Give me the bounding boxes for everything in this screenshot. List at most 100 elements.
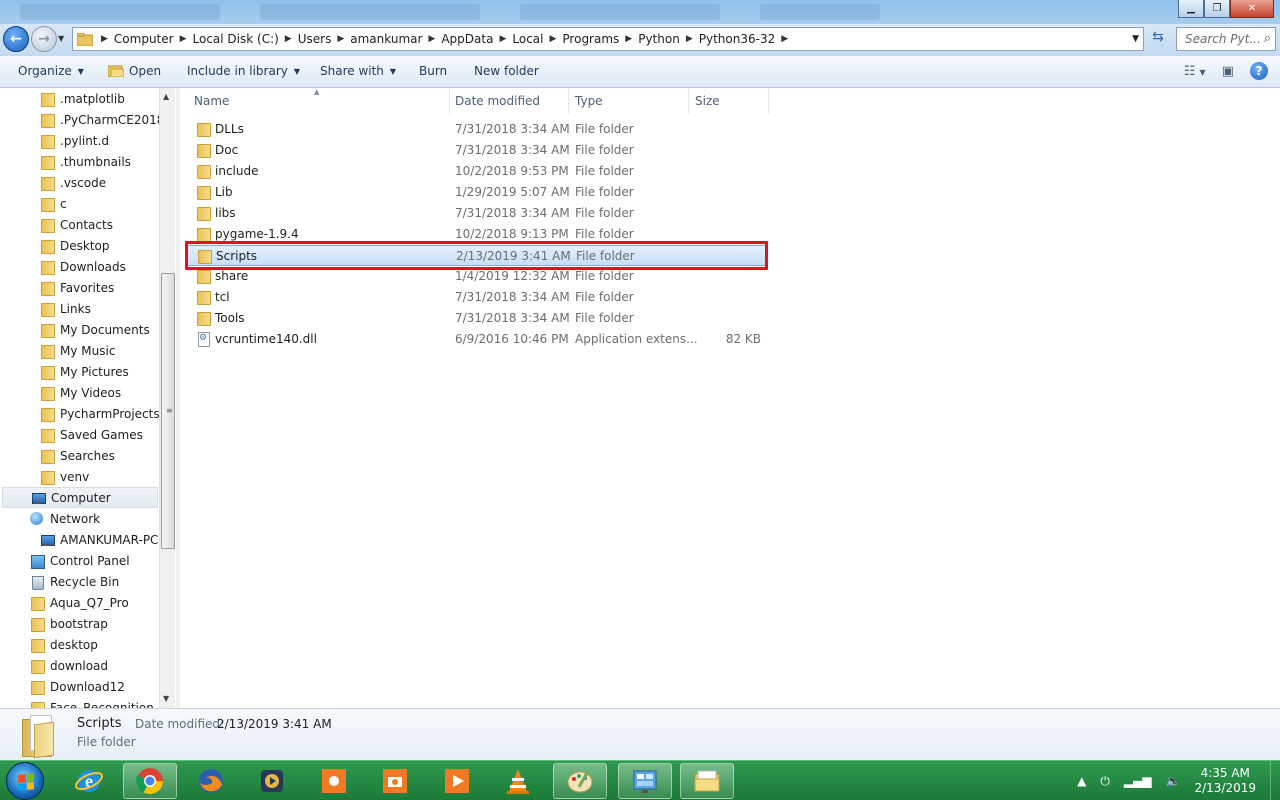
nav-item[interactable]: desktop — [30, 634, 158, 655]
preview-pane-button[interactable]: ▣ — [1222, 64, 1234, 79]
nav-item[interactable]: Links — [40, 298, 158, 319]
taskbar-screenshot-tool[interactable] — [368, 763, 422, 799]
file-row[interactable]: vcruntime140.dll 6/9/2016 10:46 PM Applica… — [186, 329, 766, 350]
taskbar-media-app[interactable] — [245, 763, 299, 799]
taskbar-windows-explorer[interactable] — [680, 763, 734, 799]
column-header-type[interactable]: Type — [569, 88, 689, 114]
nav-item[interactable]: My Documents — [40, 319, 158, 340]
address-dropdown-button[interactable]: ▼ — [1132, 34, 1139, 44]
nav-item[interactable]: download — [30, 655, 158, 676]
column-header-date-modified[interactable]: Date modified — [449, 88, 569, 114]
breadcrumb-item[interactable]: Computer ▶ — [110, 32, 189, 46]
breadcrumb-separator[interactable]: ▶ — [623, 34, 634, 44]
maximize-button[interactable]: ❐ — [1204, 0, 1230, 18]
nav-item[interactable]: .matplotlib — [40, 88, 158, 109]
nav-item[interactable]: Control Panel — [30, 550, 158, 571]
navigation-pane-scrollbar[interactable]: ▲ ≡ ▼ — [159, 88, 175, 708]
clock[interactable]: 4:35 AM 2/13/2019 — [1194, 766, 1256, 796]
refresh-button[interactable]: ⇆ — [1148, 29, 1168, 49]
nav-item[interactable]: AMANKUMAR-PC — [40, 529, 158, 550]
nav-item[interactable]: My Pictures — [40, 361, 158, 382]
show-hidden-icons-button[interactable]: ▲ — [1077, 774, 1086, 788]
help-button[interactable]: ? — [1250, 62, 1268, 80]
power-plug-icon[interactable]: ⏻ — [1100, 774, 1110, 789]
nav-item[interactable]: venv — [40, 466, 158, 487]
recent-pages-dropdown[interactable]: ▼ — [58, 34, 64, 43]
file-row[interactable]: DLLs 7/31/2018 3:34 AM File folder — [186, 119, 766, 140]
burn-button[interactable]: Burn — [419, 64, 447, 78]
taskbar-internet-explorer[interactable]: e — [62, 763, 116, 799]
nav-item[interactable]: PycharmProjects — [40, 403, 160, 424]
show-desktop-button[interactable] — [1270, 761, 1280, 800]
breadcrumb-item[interactable]: Python ▶ — [634, 32, 695, 46]
breadcrumb-separator[interactable]: ▶ — [684, 34, 695, 44]
breadcrumb-item[interactable]: Local Disk (C:) ▶ — [189, 32, 294, 46]
nav-item[interactable]: My Music — [40, 340, 158, 361]
scroll-up-arrow-icon[interactable]: ▲ — [163, 92, 169, 101]
breadcrumb-separator[interactable]: ▶ — [335, 34, 346, 44]
breadcrumb-separator[interactable]: ▶ — [779, 34, 790, 44]
speaker-icon[interactable]: 🔈 — [1166, 774, 1181, 788]
start-button[interactable] — [6, 762, 44, 800]
taskbar-screen-recorder[interactable] — [307, 763, 361, 799]
include-in-library-button[interactable]: Include in library ▼ — [187, 64, 300, 78]
nav-item[interactable]: .pylint.d — [40, 130, 158, 151]
search-input[interactable]: Search Pyt... ⌕ — [1176, 27, 1276, 51]
breadcrumb-separator[interactable]: ▶ — [99, 34, 110, 44]
open-button[interactable]: Open — [108, 64, 161, 78]
forward-button[interactable]: → — [31, 26, 57, 52]
file-row[interactable]: include 10/2/2018 9:53 PM File folder — [186, 161, 766, 182]
file-row[interactable]: Tools 7/31/2018 3:34 AM File folder — [186, 308, 766, 329]
breadcrumb-separator[interactable]: ▶ — [426, 34, 437, 44]
nav-item[interactable]: My Videos — [40, 382, 158, 403]
nav-item[interactable]: Face_Recognition_P — [30, 697, 167, 708]
nav-item[interactable]: Saved Games — [40, 424, 158, 445]
nav-item[interactable]: bootstrap — [30, 613, 158, 634]
file-row[interactable]: Doc 7/31/2018 3:34 AM File folder — [186, 140, 766, 161]
breadcrumb-separator[interactable]: ▶ — [178, 34, 189, 44]
change-view-button[interactable]: ☷ ▼ — [1184, 64, 1206, 79]
back-button[interactable]: ← — [3, 26, 29, 52]
scroll-down-arrow-icon[interactable]: ▼ — [163, 694, 169, 703]
nav-item[interactable]: .PyCharmCE2018.2 — [40, 109, 176, 130]
close-button[interactable]: ✕ — [1230, 0, 1274, 18]
taskbar-video-player[interactable] — [430, 763, 484, 799]
nav-item[interactable]: Recycle Bin — [30, 571, 158, 592]
breadcrumb-item[interactable]: AppData ▶ — [437, 32, 508, 46]
nav-item[interactable]: Favorites — [40, 277, 158, 298]
breadcrumb-separator[interactable]: ▶ — [283, 34, 294, 44]
nav-item[interactable]: Computer — [2, 487, 158, 508]
nav-item[interactable]: Download12 — [30, 676, 158, 697]
nav-item[interactable]: Contacts — [40, 214, 158, 235]
nav-item[interactable]: Network — [30, 508, 158, 529]
taskbar-control-panel[interactable] — [618, 763, 672, 799]
nav-item[interactable]: c — [40, 193, 158, 214]
share-with-button[interactable]: Share with ▼ — [320, 64, 396, 78]
breadcrumb-separator[interactable]: ▶ — [547, 34, 558, 44]
breadcrumb-separator[interactable]: ▶ — [497, 34, 508, 44]
minimize-button[interactable]: ▁ — [1178, 0, 1204, 18]
organize-button[interactable]: Organize ▼ — [18, 64, 84, 78]
nav-item[interactable]: Aqua_Q7_Pro — [30, 592, 158, 613]
nav-item[interactable]: Downloads — [40, 256, 158, 277]
address-bar[interactable]: ▶ Computer ▶ Local Disk (C:) ▶ Users ▶ amankum… — [72, 27, 1144, 51]
signal-bars-icon[interactable]: ▂▄▆ — [1124, 774, 1152, 788]
column-header-size[interactable]: Size — [689, 88, 769, 114]
nav-item[interactable]: Searches — [40, 445, 158, 466]
navigation-pane[interactable]: .matplotlib .PyCharmCE2018.2 .pylint.d .thu… — [0, 88, 176, 708]
file-row[interactable]: tcl 7/31/2018 3:34 AM File folder — [186, 287, 766, 308]
breadcrumb-item[interactable]: Python36-32 ▶ — [695, 32, 790, 46]
scrollbar-thumb[interactable]: ≡ — [161, 273, 175, 549]
file-row[interactable]: Lib 1/29/2019 5:07 AM File folder — [186, 182, 766, 203]
breadcrumb-item[interactable]: Users ▶ — [294, 32, 347, 46]
taskbar-paint[interactable] — [553, 763, 607, 799]
nav-item[interactable]: Desktop — [40, 235, 158, 256]
taskbar-vlc[interactable] — [491, 763, 545, 799]
breadcrumb-item[interactable]: Local ▶ — [508, 32, 558, 46]
nav-item[interactable]: .thumbnails — [40, 151, 158, 172]
breadcrumb-item[interactable]: amankumar ▶ — [346, 32, 437, 46]
breadcrumb-item[interactable]: Programs ▶ — [558, 32, 634, 46]
taskbar-firefox[interactable] — [184, 763, 238, 799]
new-folder-button[interactable]: New folder — [474, 64, 539, 78]
file-list[interactable]: Name ▲ Date modified Type Size DLLs 7/31/… — [180, 88, 1280, 708]
